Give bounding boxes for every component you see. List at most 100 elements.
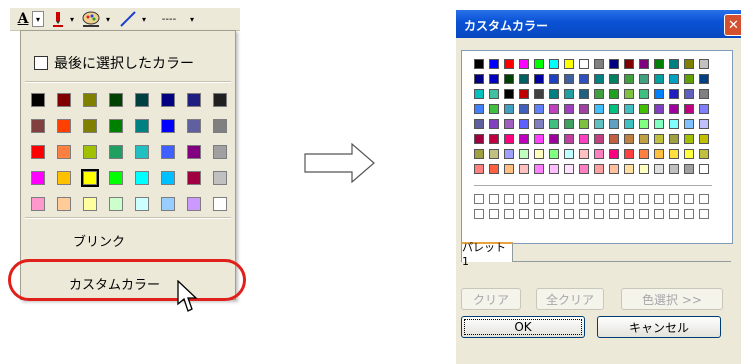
color-swatch[interactable] <box>83 145 97 159</box>
color-swatch[interactable] <box>31 145 45 159</box>
color-swatch[interactable] <box>187 197 201 211</box>
palette-swatch[interactable] <box>594 164 604 174</box>
color-swatch[interactable] <box>135 171 149 185</box>
custom-swatch-slot[interactable] <box>489 209 499 219</box>
palette-swatch[interactable] <box>684 59 694 69</box>
palette-swatch[interactable] <box>684 119 694 129</box>
palette-swatch[interactable] <box>579 149 589 159</box>
palette-swatch[interactable] <box>489 164 499 174</box>
custom-swatch-slot[interactable] <box>549 194 559 204</box>
palette-swatch[interactable] <box>669 104 679 114</box>
palette-swatch[interactable] <box>669 149 679 159</box>
custom-swatch-slot[interactable] <box>549 209 559 219</box>
palette-swatch[interactable] <box>699 89 709 99</box>
custom-swatch-slot[interactable] <box>699 209 709 219</box>
palette-swatch[interactable] <box>639 74 649 84</box>
color-swatch[interactable] <box>213 119 227 133</box>
palette-swatch[interactable] <box>639 89 649 99</box>
color-swatch[interactable] <box>57 197 71 211</box>
color-swatch[interactable] <box>187 171 201 185</box>
fill-color-icon[interactable] <box>80 10 102 28</box>
palette-swatch[interactable] <box>699 74 709 84</box>
palette-swatch[interactable] <box>594 134 604 144</box>
custom-swatch-slot[interactable] <box>564 209 574 219</box>
custom-swatch-slot[interactable] <box>474 209 484 219</box>
color-swatch[interactable] <box>31 197 45 211</box>
palette-swatch[interactable] <box>519 104 529 114</box>
palette-swatch[interactable] <box>534 164 544 174</box>
palette-swatch[interactable] <box>639 59 649 69</box>
palette-swatch[interactable] <box>669 164 679 174</box>
custom-swatch-slot[interactable] <box>609 194 619 204</box>
palette-swatch[interactable] <box>534 89 544 99</box>
palette-swatch[interactable] <box>684 149 694 159</box>
palette-swatch[interactable] <box>609 134 619 144</box>
tab-palette-1[interactable]: パレット1 <box>461 241 513 268</box>
color-swatch[interactable] <box>57 119 71 133</box>
palette-swatch[interactable] <box>474 89 484 99</box>
palette-swatch[interactable] <box>669 134 679 144</box>
custom-swatch-slot[interactable] <box>624 194 634 204</box>
palette-swatch[interactable] <box>609 119 619 129</box>
palette-swatch[interactable] <box>534 119 544 129</box>
palette-swatch[interactable] <box>609 74 619 84</box>
palette-swatch[interactable] <box>639 134 649 144</box>
custom-swatch-slot[interactable] <box>534 194 544 204</box>
recent-colors-option[interactable]: 最後に選択したカラー <box>34 53 194 73</box>
palette-swatch[interactable] <box>579 134 589 144</box>
custom-swatch-slot[interactable] <box>474 194 484 204</box>
clear-all-button[interactable]: 全クリア <box>536 288 604 310</box>
palette-swatch[interactable] <box>624 104 634 114</box>
palette-swatch[interactable] <box>564 164 574 174</box>
palette-swatch[interactable] <box>609 149 619 159</box>
blink-menu-item[interactable]: ブリンク <box>73 231 125 250</box>
palette-swatch[interactable] <box>639 164 649 174</box>
palette-swatch[interactable] <box>504 134 514 144</box>
palette-swatch[interactable] <box>639 119 649 129</box>
palette-swatch[interactable] <box>504 104 514 114</box>
clear-button[interactable]: クリア <box>461 288 521 310</box>
palette-swatch[interactable] <box>534 59 544 69</box>
palette-swatch[interactable] <box>549 59 559 69</box>
color-swatch[interactable] <box>161 119 175 133</box>
custom-swatch-slot[interactable] <box>669 194 679 204</box>
color-swatch[interactable] <box>213 197 227 211</box>
palette-swatch[interactable] <box>654 59 664 69</box>
color-swatch[interactable] <box>109 171 123 185</box>
palette-swatch[interactable] <box>609 104 619 114</box>
palette-swatch[interactable] <box>669 119 679 129</box>
custom-swatch-slot[interactable] <box>654 194 664 204</box>
color-swatch[interactable] <box>109 119 123 133</box>
palette-swatch[interactable] <box>654 134 664 144</box>
palette-swatch[interactable] <box>564 89 574 99</box>
font-color-dropdown[interactable]: ▾ <box>32 11 44 27</box>
palette-swatch[interactable] <box>654 149 664 159</box>
palette-swatch[interactable] <box>609 89 619 99</box>
palette-swatch[interactable] <box>504 164 514 174</box>
color-swatch[interactable] <box>161 145 175 159</box>
palette-swatch[interactable] <box>519 164 529 174</box>
color-swatch[interactable] <box>31 171 45 185</box>
palette-swatch[interactable] <box>474 164 484 174</box>
palette-swatch[interactable] <box>534 149 544 159</box>
palette-swatch[interactable] <box>624 134 634 144</box>
recent-colors-checkbox[interactable] <box>34 56 48 70</box>
palette-swatch[interactable] <box>474 134 484 144</box>
palette-swatch[interactable] <box>534 104 544 114</box>
line-style-button[interactable]: ---- <box>152 10 186 28</box>
palette-swatch[interactable] <box>594 74 604 84</box>
palette-swatch[interactable] <box>534 74 544 84</box>
color-swatch[interactable] <box>213 171 227 185</box>
palette-swatch[interactable] <box>549 134 559 144</box>
custom-swatch-slot[interactable] <box>639 194 649 204</box>
color-swatch[interactable] <box>83 197 97 211</box>
color-swatch[interactable] <box>57 145 71 159</box>
color-swatch[interactable] <box>187 93 201 107</box>
color-swatch[interactable] <box>213 145 227 159</box>
palette-swatch[interactable] <box>519 134 529 144</box>
palette-swatch[interactable] <box>684 104 694 114</box>
palette-swatch[interactable] <box>519 119 529 129</box>
palette-swatch[interactable] <box>564 59 574 69</box>
custom-swatch-slot[interactable] <box>504 209 514 219</box>
custom-swatch-slot[interactable] <box>684 209 694 219</box>
